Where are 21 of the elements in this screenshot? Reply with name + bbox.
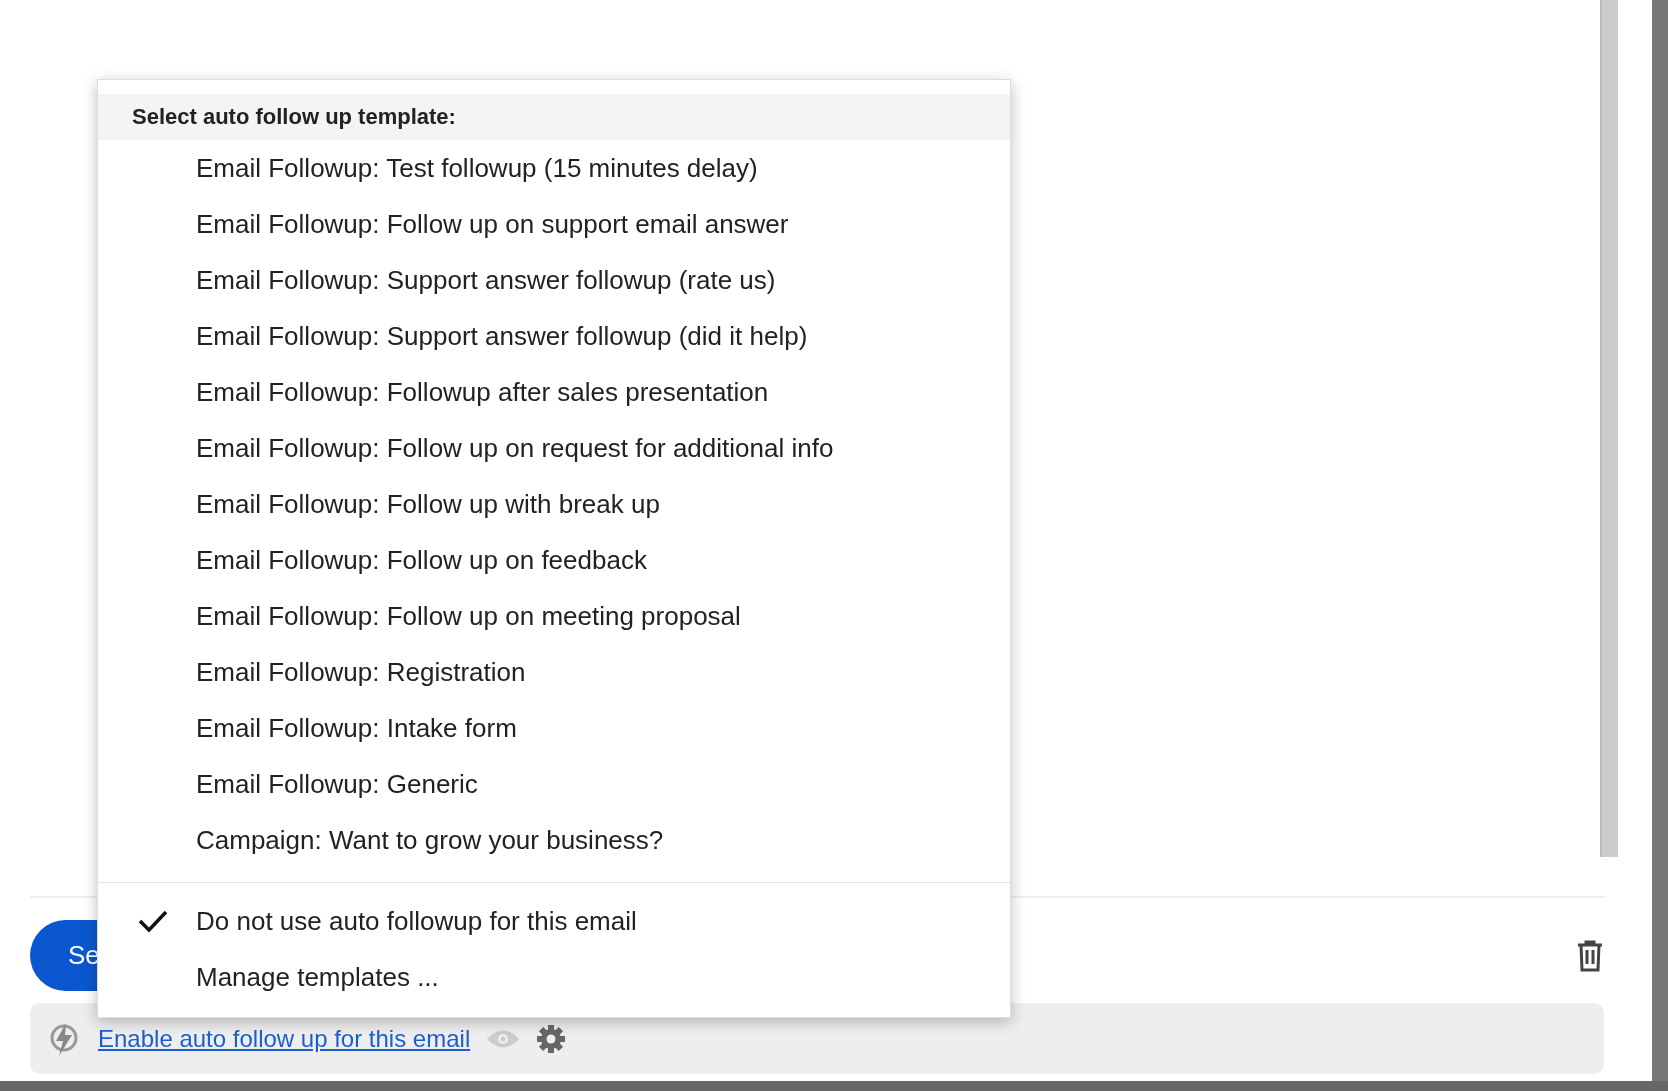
menu-item[interactable]: Do not use auto followup for this email bbox=[98, 893, 1010, 949]
menu-item[interactable]: Email Followup: Follow up on feedback bbox=[98, 532, 1010, 588]
menu-item[interactable]: Email Followup: Follow up with break up bbox=[98, 476, 1010, 532]
menu-item[interactable]: Campaign: Want to grow your business? bbox=[98, 812, 1010, 868]
menu-item[interactable]: Email Followup: Registration bbox=[98, 644, 1010, 700]
menu-item[interactable]: Email Followup: Intake form bbox=[98, 700, 1010, 756]
menu-item[interactable]: Email Followup: Followup after sales presentation bbox=[98, 364, 1010, 420]
menu-item[interactable]: Manage templates ... bbox=[98, 949, 1010, 1005]
trash-icon[interactable] bbox=[1576, 939, 1604, 972]
menu-item[interactable]: Email Followup: Test followup (15 minutes delay) bbox=[98, 140, 1010, 196]
menu-item[interactable]: Email Followup: Support answer followup (rate us) bbox=[98, 252, 1010, 308]
enable-followup-link[interactable]: Enable auto follow up for this email bbox=[98, 1024, 471, 1053]
settings-icon[interactable] bbox=[536, 1023, 567, 1054]
menu-item[interactable]: Email Followup: Support answer followup (did it help) bbox=[98, 308, 1010, 364]
menu-item[interactable]: Email Followup: Generic bbox=[98, 756, 1010, 812]
menu-header: Select auto follow up template: bbox=[98, 94, 1010, 140]
scrollbar[interactable] bbox=[1600, 0, 1618, 857]
menu-item[interactable]: Email Followup: Follow up on request for additional info bbox=[98, 420, 1010, 476]
menu-item[interactable]: Email Followup: Follow up on support email answer bbox=[98, 196, 1010, 252]
check-icon bbox=[137, 908, 169, 934]
menu-item[interactable]: Email Followup: Follow up on meeting proposal bbox=[98, 588, 1010, 644]
